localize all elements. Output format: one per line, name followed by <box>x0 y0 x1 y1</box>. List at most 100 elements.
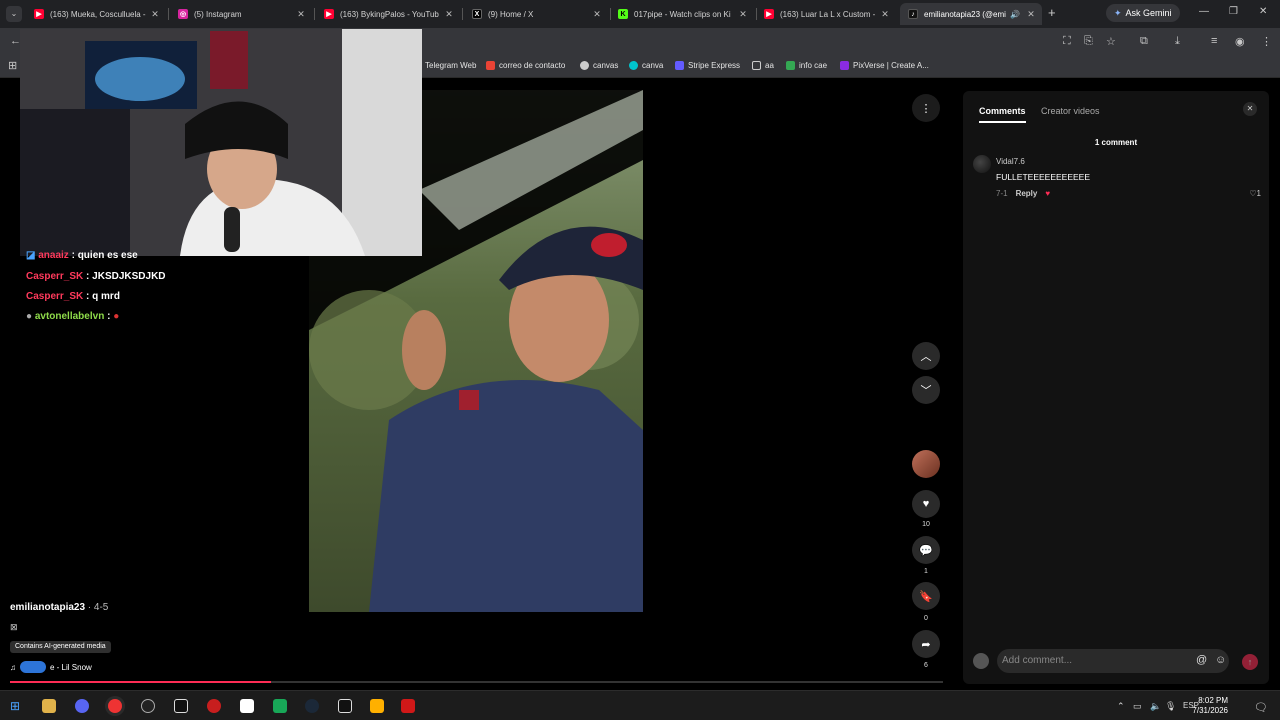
save-button[interactable]: 🔖 <box>912 582 940 610</box>
tab-luar[interactable]: ▶ (163) Luar La L x Custom - L ✕ <box>756 3 896 25</box>
close-tab-icon[interactable]: ✕ <box>590 9 604 20</box>
tab-instagram[interactable]: ◎ (5) Instagram ✕ <box>170 3 312 25</box>
chevron-up-icon: ︿ <box>920 351 932 363</box>
bookmark-pixverse[interactable]: PixVerse | Create A... <box>840 61 929 70</box>
bookmark-stripe[interactable]: Stripe Express <box>675 61 740 70</box>
close-tab-icon[interactable]: ✕ <box>148 9 162 20</box>
audio-toggle-icon[interactable] <box>20 661 46 673</box>
pycharm-icon[interactable] <box>273 699 287 713</box>
obs-icon[interactable] <box>141 699 155 713</box>
document-icon[interactable] <box>240 699 254 713</box>
send-comment-button[interactable]: ↑ <box>1242 654 1258 670</box>
tab-mueka[interactable]: ▶ (163) Mueka, Cosculluela - L ✕ <box>26 3 166 25</box>
tab-bykingpalos[interactable]: ▶ (163) BykingPalos - YouTub ✕ <box>316 3 460 25</box>
file-explorer-icon[interactable] <box>42 699 56 713</box>
windows-start-icon[interactable]: ⊞ <box>10 699 24 713</box>
emoji-icon[interactable]: ☺ <box>1215 654 1226 666</box>
microphone-icon[interactable]: 🎙 <box>1165 701 1176 712</box>
capcut-icon[interactable] <box>174 699 188 713</box>
tab-tiktok-active[interactable]: ♪ emilianotapia23 (@emi 🔊 ✕ <box>900 3 1042 25</box>
chat-message: ● avtonellabelvn : ● <box>26 311 119 322</box>
previous-video-button[interactable]: ︿ <box>912 342 940 370</box>
translate-icon[interactable]: ⛶ <box>1063 35 1071 48</box>
extensions-icon[interactable]: ⧉ <box>1140 35 1148 48</box>
volume-icon[interactable]: 🔈 <box>1150 701 1161 712</box>
bookmark-info-cae[interactable]: info cae <box>786 61 827 70</box>
notifications-icon[interactable]: 🗨 <box>1254 701 1268 714</box>
media-controls-icon[interactable]: ≡ <box>1211 35 1217 47</box>
creator-liked-icon: ♥ <box>1045 189 1051 198</box>
chat-text: JKSDJKSDJKD <box>92 271 166 282</box>
chat-text: q mrd <box>92 291 120 302</box>
comment-like-count: 1 <box>1256 189 1261 198</box>
chat-separator: : <box>104 311 114 322</box>
bookmark-label: info cae <box>799 61 828 70</box>
close-tab-icon[interactable]: ✕ <box>878 9 892 20</box>
apps-grid-icon[interactable]: ⊞ <box>8 59 17 72</box>
chrome-icon[interactable] <box>108 699 122 713</box>
video-progress-bar[interactable] <box>10 681 943 683</box>
music-info[interactable]: ♫ e - Lil Snow <box>10 661 92 673</box>
more-options-button[interactable]: ⋮ <box>912 94 940 122</box>
chevron-down-icon: ﹀ <box>920 385 932 397</box>
download-icon[interactable]: ⤓ <box>1175 35 1180 48</box>
steam-icon[interactable] <box>305 699 319 713</box>
commenter-username[interactable]: Vidal7.6 <box>996 157 1025 166</box>
tab-creator-videos[interactable]: Creator videos <box>1041 106 1100 116</box>
like-button[interactable]: ♥ <box>912 490 940 518</box>
mention-icon[interactable]: @ <box>1196 654 1207 666</box>
clock[interactable]: 8:02 PM 7/31/2026 <box>1192 696 1228 716</box>
profile-avatar-icon[interactable]: ◉ <box>1235 35 1245 48</box>
description-glyph-icon: ⊠ <box>10 622 18 632</box>
comment-meta: 7-1 Reply ♥ <box>996 189 1050 198</box>
bookmark-canva[interactable]: canva <box>629 61 663 70</box>
kick-icon: K <box>618 9 628 19</box>
minimize-icon[interactable]: — <box>1199 6 1209 17</box>
app-red-icon[interactable] <box>207 699 221 713</box>
tab-search-icon[interactable]: ⌄ <box>6 6 22 22</box>
comment-button[interactable]: 💬 <box>912 536 940 564</box>
comment-date: 7-1 <box>996 189 1008 198</box>
capcut-2-icon[interactable] <box>338 699 352 713</box>
tray-expand-icon[interactable]: ⌃ <box>1117 701 1125 712</box>
more-menu-icon[interactable]: ⋮ <box>1261 35 1272 48</box>
creator-avatar[interactable] <box>912 450 940 478</box>
chat-text: quien es ese <box>77 250 138 261</box>
close-tab-icon[interactable]: ✕ <box>736 9 750 20</box>
bookmark-correo[interactable]: correo de contacto <box>486 61 565 70</box>
cast-icon[interactable]: ⎘ <box>1084 35 1093 48</box>
maximize-icon[interactable]: ❐ <box>1229 6 1238 17</box>
tab-kick[interactable]: K 017pipe - Watch clips on Ki ✕ <box>610 3 754 25</box>
comment-count-label: 1 <box>924 568 928 575</box>
video-author[interactable]: emilianotapia23 · 4-5 <box>10 602 108 613</box>
bookmark-star-icon[interactable]: ☆ <box>1106 35 1116 48</box>
add-comment-input[interactable]: Add comment... <box>997 649 1229 673</box>
commenter-avatar[interactable] <box>973 155 991 173</box>
discord-icon[interactable] <box>75 699 89 713</box>
tab-x-home[interactable]: X (9) Home / X ✕ <box>464 3 608 25</box>
bookmark-folder-aa[interactable]: aa <box>752 61 774 70</box>
audio-playing-icon[interactable]: 🔊 <box>1010 10 1020 19</box>
more-vertical-icon: ⋮ <box>920 102 932 115</box>
canvas-icon <box>580 61 589 70</box>
tab-comments[interactable]: Comments <box>979 106 1026 116</box>
close-tab-icon[interactable]: ✕ <box>1024 9 1038 20</box>
new-tab-button[interactable]: + <box>1048 5 1056 20</box>
chat-message: Casperr_SK : q mrd <box>26 291 120 302</box>
next-video-button[interactable]: ﹀ <box>912 376 940 404</box>
close-window-icon[interactable]: ✕ <box>1259 6 1267 17</box>
author-username[interactable]: emilianotapia23 <box>10 602 85 613</box>
bookmark-canvas[interactable]: canvas <box>580 61 618 70</box>
app-yellow-icon[interactable] <box>370 699 384 713</box>
network-icon[interactable]: ▭ <box>1133 701 1142 712</box>
comment-like-button[interactable]: ♡1 <box>1249 189 1261 198</box>
share-button[interactable]: ➦ <box>912 630 940 658</box>
close-tab-icon[interactable]: ✕ <box>442 9 456 20</box>
bookmark-telegram[interactable]: Telegram Web <box>425 61 476 70</box>
close-panel-icon[interactable]: ✕ <box>1243 102 1257 116</box>
app-video-icon[interactable] <box>401 699 415 713</box>
ask-gemini-button[interactable]: ✦ Ask Gemini <box>1106 4 1180 22</box>
close-tab-icon[interactable]: ✕ <box>294 9 308 20</box>
reply-button[interactable]: Reply <box>1016 189 1038 198</box>
bookmark-label: PixVerse | Create A... <box>853 61 929 70</box>
